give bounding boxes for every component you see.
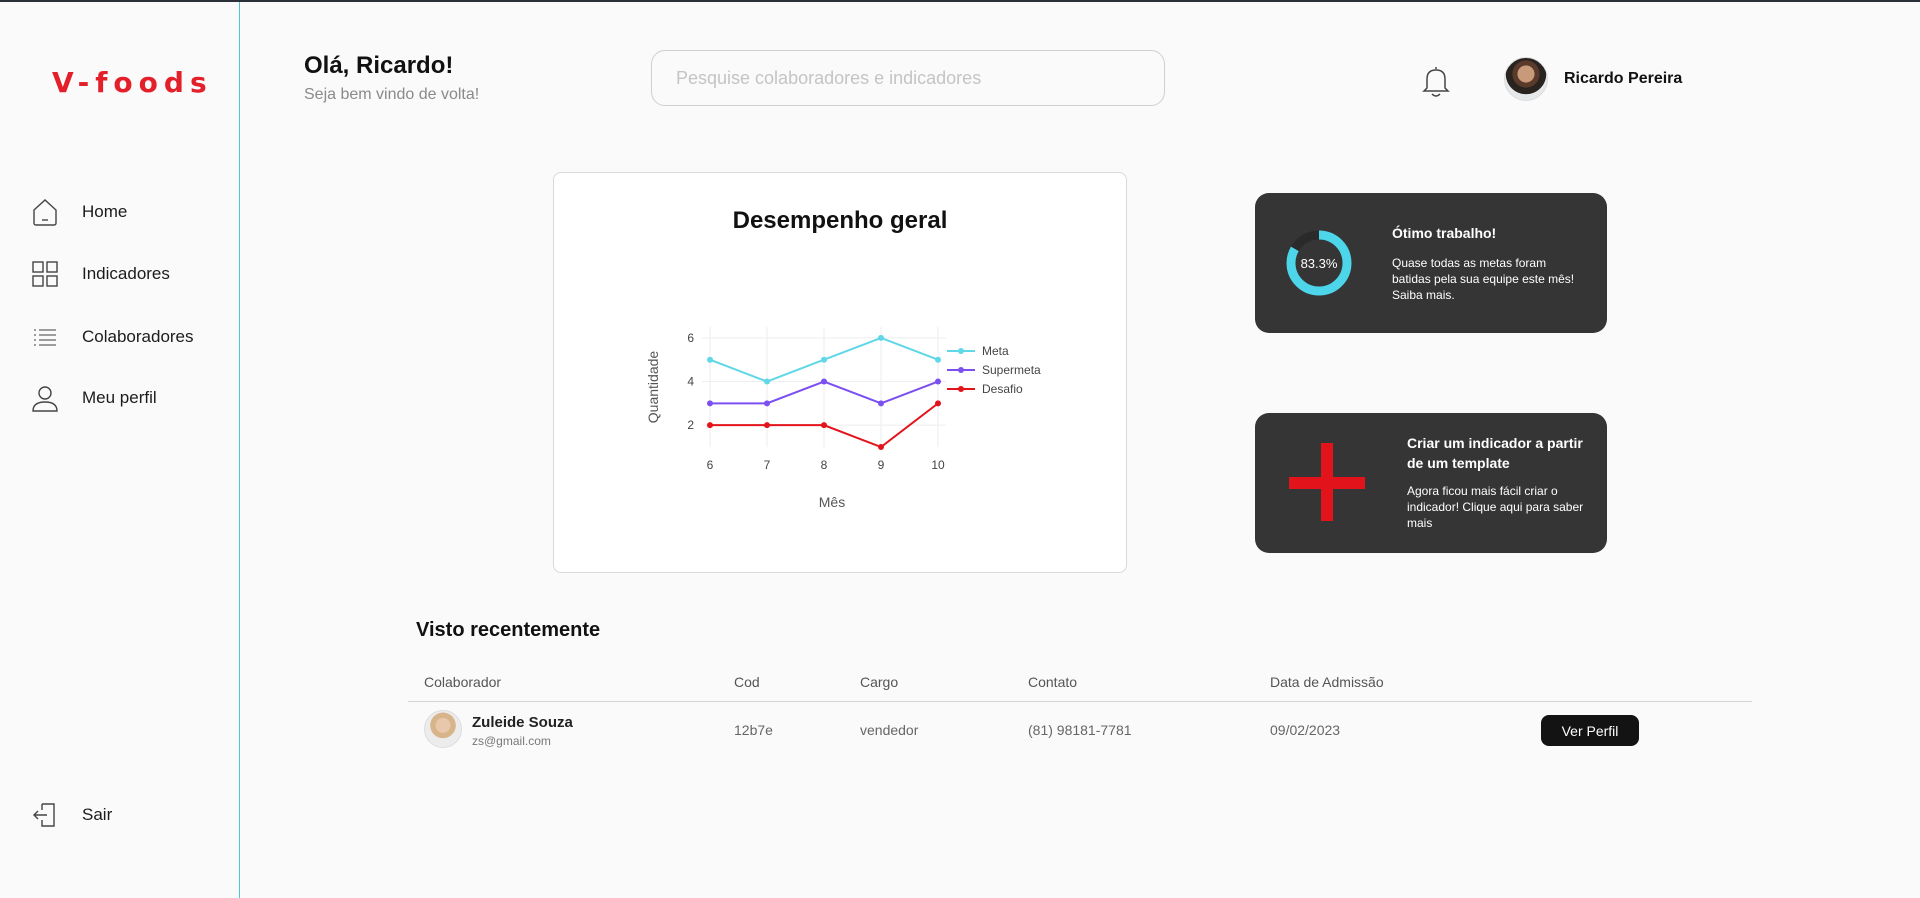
template-card-text: Agora ficou mais fácil criar o indicador… — [1407, 484, 1584, 530]
sidebar-item-indicadores[interactable]: Indicadores — [30, 259, 170, 289]
data-point — [878, 334, 884, 341]
sidebar-item-label: Colaboradores — [82, 327, 194, 346]
column-header-contato: Contato — [1028, 674, 1078, 690]
list-icon — [34, 329, 56, 346]
column-header-admissao: Data de Admissão — [1270, 674, 1384, 690]
sidebar-item-home[interactable]: Home — [30, 197, 127, 227]
performance-summary-card[interactable]: 83.3% Ótimo trabalho! Quase todas as met… — [1255, 193, 1607, 333]
legend-label: Supermeta — [982, 363, 1041, 377]
x-tick-label: 7 — [764, 458, 771, 472]
sidebar-item-label: Indicadores — [82, 264, 170, 283]
legend-label: Desafio — [982, 382, 1023, 396]
y-axis-label: Quantidade — [645, 351, 661, 424]
data-point — [821, 356, 827, 363]
logout-button[interactable]: Sair — [30, 800, 112, 830]
data-point — [764, 400, 770, 407]
column-header-cod: Cod — [734, 674, 760, 690]
data-point — [878, 400, 884, 407]
data-point — [707, 422, 713, 429]
sidebar-item-label: Home — [82, 202, 128, 221]
column-header-colaborador: Colaborador — [424, 674, 502, 690]
greeting-subtitle: Seja bem vindo de volta! — [304, 86, 480, 103]
data-point — [935, 356, 941, 363]
logout-icon — [33, 803, 55, 827]
collaborator-email: zs@gmail.com — [472, 734, 551, 748]
collaborator-cod: 12b7e — [734, 722, 773, 738]
table-row: Zuleide Souza zs@gmail.com 12b7e vendedo… — [408, 702, 1752, 760]
performance-chart-card: Desempenho geral 6 7 8 9 10 2 4 6 Mês Quantidade M… — [553, 172, 1127, 573]
legend-marker — [958, 367, 964, 373]
sidebar-item-meu-perfil[interactable]: Meu perfil — [30, 383, 157, 413]
home-icon — [33, 199, 57, 226]
performance-card-title: Ótimo trabalho! — [1392, 225, 1497, 241]
table-header: Colaborador Cod Cargo Contato Data de Ad… — [408, 674, 1752, 702]
column-header-cargo: Cargo — [860, 674, 899, 690]
performance-card-text: Quase todas as metas foram batidas pela … — [1392, 256, 1575, 302]
data-point — [935, 400, 941, 407]
collaborator-name: Zuleide Souza — [472, 714, 573, 731]
data-point — [878, 444, 884, 450]
collaborator-admissao: 09/02/2023 — [1270, 722, 1341, 738]
sidebar-item-label: Meu perfil — [82, 388, 157, 407]
template-card-title: Criar um indicador a partir de um templa… — [1407, 435, 1583, 471]
user-name: Ricardo Pereira — [1564, 70, 1683, 87]
avatar — [424, 710, 462, 748]
line-chart: 6 7 8 9 10 2 4 6 Mês Quantidade Meta Supermeta Desaf… — [645, 327, 1041, 510]
plus-icon — [1289, 443, 1365, 521]
y-tick-label: 4 — [687, 375, 694, 389]
x-axis-label: Mês — [819, 494, 845, 510]
data-point — [821, 422, 827, 429]
template-indicator-card[interactable]: Criar um indicador a partir de um templa… — [1255, 413, 1607, 553]
legend-marker — [958, 386, 964, 392]
sidebar: V-foods Home Indicadores Colaboradores M… — [0, 2, 240, 898]
x-tick-label: 8 — [821, 458, 828, 472]
user-menu[interactable]: Ricardo Pereira — [1504, 57, 1682, 101]
collaborator-cargo: vendedor — [860, 722, 919, 738]
data-point — [707, 400, 713, 407]
data-point — [764, 422, 770, 429]
logout-label: Sair — [82, 805, 113, 824]
data-point — [707, 356, 713, 363]
data-point — [764, 378, 770, 385]
x-tick-label: 9 — [878, 458, 885, 472]
data-point — [821, 378, 827, 385]
avatar — [1504, 57, 1548, 101]
greeting: Olá, Ricardo! Seja bem vindo de volta! — [304, 52, 479, 104]
user-icon — [32, 386, 58, 412]
recent-section-title: Visto recentemente — [416, 619, 601, 641]
y-tick-label: 2 — [687, 418, 694, 432]
y-tick-label: 6 — [687, 331, 694, 345]
sidebar-item-colaboradores[interactable]: Colaboradores — [30, 322, 194, 352]
progress-percent: 83.3% — [1300, 255, 1338, 271]
greeting-title: Olá, Ricardo! — [304, 52, 454, 79]
search-input[interactable] — [651, 50, 1165, 106]
legend-label: Meta — [982, 344, 1009, 358]
bell-icon[interactable] — [1420, 64, 1452, 98]
collaborator-contato: (81) 98181-7781 — [1028, 722, 1132, 738]
grid-icon — [32, 261, 58, 287]
brand-logo[interactable]: V-foods — [52, 66, 213, 99]
x-tick-label: 10 — [931, 458, 945, 472]
view-profile-button[interactable]: Ver Perfil — [1541, 715, 1639, 746]
x-tick-label: 6 — [707, 458, 714, 472]
legend-marker — [958, 348, 964, 354]
data-point — [935, 378, 941, 385]
